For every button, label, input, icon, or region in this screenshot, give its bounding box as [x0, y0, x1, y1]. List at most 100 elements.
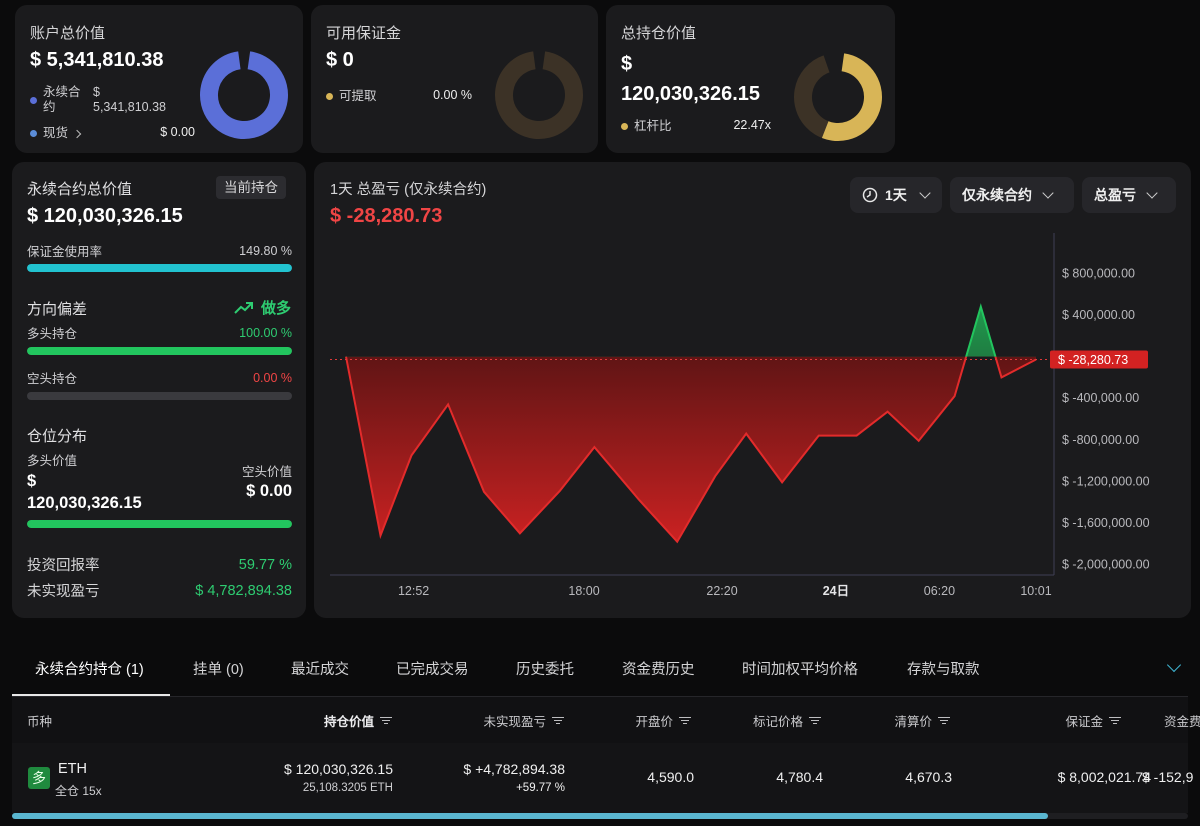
available-margin-title: 可用保证金	[326, 25, 402, 42]
perp-dot	[30, 96, 37, 104]
upnl-row: 未实现盈亏 $ 4,782,894.38	[27, 580, 292, 601]
upnl-pct-cell: +59.77 %	[516, 782, 565, 794]
leverage-label: 杠杆比	[634, 119, 672, 133]
perp-value: $	[93, 85, 100, 99]
period-select[interactable]: 1天	[850, 177, 942, 213]
sort-icon	[1109, 716, 1121, 725]
total-position-title: 总持仓价值	[621, 25, 697, 42]
sort-icon	[679, 716, 691, 725]
coin-name[interactable]: ETH	[58, 761, 87, 777]
margin-cell: $ 8,002,021.74	[1057, 769, 1151, 785]
col-funding[interactable]: 资金费	[1164, 711, 1200, 730]
horizontal-scrollbar[interactable]	[12, 813, 1188, 819]
margin-usage-bar	[27, 264, 292, 272]
spot-breakdown[interactable]: 现货 $ 0.00	[30, 122, 195, 141]
roi-row: 投资回报率 59.77 %	[27, 554, 292, 575]
liq-price-cell: 4,670.3	[905, 769, 952, 785]
sort-icon	[938, 716, 950, 725]
long-position-label: 多头持仓	[27, 327, 78, 341]
withdrawable-row: 可提取 0.00 %	[326, 85, 472, 104]
long-position-value: 100.00 %	[239, 325, 292, 340]
chevron-down-icon	[919, 187, 931, 199]
tab-7[interactable]: 存款与取款	[907, 658, 980, 679]
chevron-right-icon	[72, 129, 82, 139]
chevron-down-icon	[1146, 187, 1158, 199]
tab-4[interactable]: 历史委托	[516, 658, 574, 679]
withdrawable-label: 可提取	[339, 89, 377, 103]
current-value-tag-text: $ -28,280.73	[1058, 353, 1128, 367]
tab-2[interactable]: 最近成交	[291, 658, 349, 679]
scope-select[interactable]: 仅永续合约	[950, 177, 1074, 213]
tab-0[interactable]: 永续合约持仓 (1)	[35, 658, 144, 679]
spot-dot	[30, 130, 37, 138]
leverage-row: 杠杆比 22.47x	[621, 115, 771, 134]
table-row[interactable]	[12, 743, 1188, 813]
withdrawable-dot	[326, 93, 333, 101]
upnl-value: $ 4,782,894.38	[195, 582, 292, 599]
available-margin-card: 可用保证金 $ 0 可提取 0.00 %	[311, 5, 598, 153]
short-value-label: 空头价值	[241, 465, 292, 479]
long-value-label: 多头价值	[27, 454, 78, 468]
x-tick-label: 24日	[823, 584, 849, 598]
y-tick-label: $ -2,000,000.00	[1062, 558, 1150, 572]
margin-usage-label: 保证金使用率	[27, 245, 103, 259]
sort-icon	[380, 716, 392, 725]
total-position-value: $120,030,326.15	[621, 53, 761, 105]
mark-price-cell: 4,780.4	[776, 769, 823, 785]
upnl-cell: $ +4,782,894.38	[463, 761, 565, 777]
x-tick-label: 12:52	[398, 584, 429, 598]
open-price-cell: 4,590.0	[647, 769, 694, 785]
spot-label: 现货	[43, 126, 69, 140]
y-tick-label: $ -1,600,000.00	[1062, 516, 1150, 530]
scrollbar-thumb[interactable]	[12, 813, 1048, 819]
period-label: 1天	[885, 187, 907, 203]
margin-usage-row: 保证金使用率 149.80 %	[27, 241, 292, 260]
margin-usage-value: 149.80 %	[239, 243, 292, 258]
short-value: $ 0.00	[246, 482, 292, 500]
col-coin[interactable]: 币种	[27, 711, 52, 730]
col-upnl[interactable]: 未实现盈亏	[483, 711, 564, 730]
tab-6[interactable]: 时间加权平均价格	[742, 658, 858, 679]
account-donut-chart	[200, 51, 288, 139]
x-tick-label: 22:20	[706, 584, 737, 598]
col-mark-price[interactable]: 标记价格	[753, 711, 821, 730]
tab-5[interactable]: 资金费历史	[622, 658, 695, 679]
y-tick-label: $ -800,000.00	[1062, 433, 1139, 447]
perp-total-value: $ 120,030,326.15	[27, 205, 183, 227]
leverage-dot	[621, 123, 628, 131]
long-value: $120,030,326.15	[27, 472, 142, 512]
tab-1[interactable]: 挂单 (0)	[193, 658, 244, 679]
perp-breakdown: 永续合约 $5,341,810.38	[30, 85, 200, 115]
short-position-bar	[27, 392, 292, 400]
position-size: 25,108.3205 ETH	[302, 782, 393, 794]
scope-label: 仅永续合约	[962, 187, 1032, 203]
short-position-value: 0.00 %	[253, 370, 292, 385]
chevron-down-icon	[1042, 187, 1054, 199]
sort-icon	[552, 716, 564, 725]
account-value: $ 5,341,810.38	[30, 49, 164, 71]
short-position-label: 空头持仓	[27, 372, 78, 386]
col-position-value[interactable]: 持仓价值	[324, 711, 392, 730]
leverage-value: 22.47x	[733, 117, 771, 132]
direction-bias-label: 方向偏差	[27, 301, 88, 318]
spot-value: $ 0.00	[160, 124, 195, 139]
tab-3[interactable]: 已完成交易	[396, 658, 469, 679]
funding-cell: $ -152,9	[1142, 769, 1194, 785]
position-distribution-label: 仓位分布	[27, 428, 88, 445]
margin-mode: 全仓 15x	[55, 784, 102, 798]
table-header-row	[12, 697, 1188, 743]
y-tick-label: $ -400,000.00	[1062, 391, 1139, 405]
metric-label: 总盈亏	[1094, 187, 1136, 203]
col-margin[interactable]: 保证金	[1065, 711, 1121, 730]
total-position-card: 总持仓价值 $120,030,326.15 杠杆比 22.47x	[606, 5, 895, 153]
position-distribution-bar	[27, 520, 292, 528]
x-tick-label: 06:20	[924, 584, 955, 598]
col-liq-price[interactable]: 清算价	[894, 711, 950, 730]
col-open-price[interactable]: 开盘价	[635, 711, 691, 730]
account-value-card: 账户总价值 $ 5,341,810.38 永续合约 $5,341,810.38 …	[15, 5, 303, 153]
perp-total-title: 永续合约总价值	[27, 181, 133, 198]
position-donut-chart	[794, 53, 882, 141]
current-positions-badge[interactable]: 当前持仓	[216, 176, 286, 199]
roi-value: 59.77 %	[238, 556, 292, 573]
metric-select[interactable]: 总盈亏	[1082, 177, 1176, 213]
